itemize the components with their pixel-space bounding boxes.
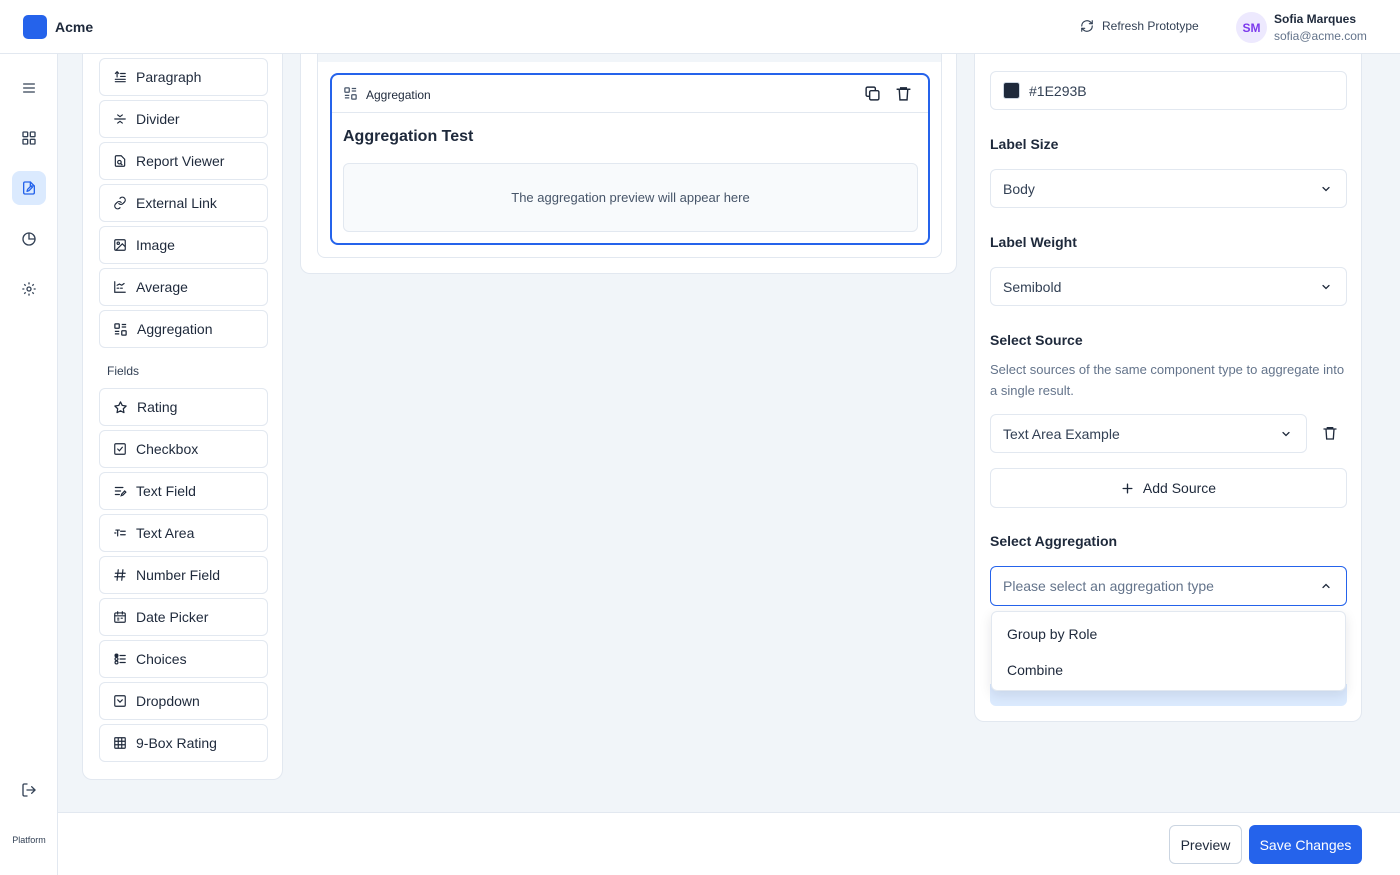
block-title: Aggregation Test bbox=[343, 128, 474, 145]
form-canvas: Aggregation Aggregation Test The aggrega… bbox=[300, 54, 957, 274]
left-nav-rail: Platform bbox=[0, 54, 58, 875]
palette-item-dropdown[interactable]: Dropdown bbox=[99, 682, 268, 720]
gear-icon bbox=[22, 282, 36, 296]
calendar-icon bbox=[114, 611, 126, 623]
image-icon bbox=[114, 239, 126, 251]
select-source-description: Select sources of the same component typ… bbox=[990, 362, 1345, 398]
aggregation-type-select[interactable]: Please select an aggregation type bbox=[990, 566, 1347, 606]
copy-icon[interactable] bbox=[864, 85, 881, 102]
palette-item-external-link[interactable]: External Link bbox=[99, 184, 268, 222]
user-name: Sofia Marques bbox=[1274, 12, 1357, 26]
chevron-down-icon bbox=[1282, 431, 1290, 437]
acme-logo-icon[interactable] bbox=[23, 15, 47, 39]
pie-chart-icon bbox=[22, 232, 36, 246]
top-header: Acme Refresh Prototype SM Sofia Marques … bbox=[0, 0, 1400, 54]
dropdown-option-group-by-role[interactable]: Group by Role bbox=[1007, 626, 1097, 642]
palette-item-divider[interactable]: Divider bbox=[99, 100, 268, 138]
file-edit-icon bbox=[23, 181, 35, 195]
menu-button[interactable] bbox=[12, 71, 46, 105]
menu-icon bbox=[23, 83, 35, 93]
palette-item-rating[interactable]: Rating bbox=[99, 388, 268, 426]
app-name: Acme bbox=[55, 19, 94, 35]
label-weight-select[interactable]: Semibold bbox=[990, 267, 1347, 306]
palette-item-paragraph[interactable]: Paragraph bbox=[99, 58, 268, 96]
report-viewer-icon bbox=[114, 155, 126, 167]
palette-item-checkbox[interactable]: Checkbox bbox=[99, 430, 268, 468]
nav-reports[interactable] bbox=[12, 222, 46, 256]
plus-icon bbox=[1122, 482, 1133, 494]
palette-item-choices[interactable]: Choices bbox=[99, 640, 268, 678]
save-changes-button[interactable]: Save Changes bbox=[1249, 825, 1362, 864]
refresh-icon bbox=[1081, 20, 1093, 32]
palette-item-text-field[interactable]: Text Field bbox=[99, 472, 268, 510]
select-aggregation-heading: Select Aggregation bbox=[990, 533, 1118, 549]
choices-icon bbox=[114, 653, 126, 665]
aggregation-icon bbox=[114, 322, 127, 336]
source-select[interactable]: Text Area Example bbox=[990, 414, 1307, 453]
fields-section-heading: Fields bbox=[107, 364, 140, 378]
select-source-heading: Select Source bbox=[990, 332, 1083, 348]
nav-settings[interactable] bbox=[12, 272, 46, 306]
logout-button[interactable] bbox=[12, 773, 46, 807]
block-type-label: Aggregation bbox=[366, 88, 431, 102]
nav-form-builder[interactable] bbox=[12, 171, 46, 205]
platform-label: Platform bbox=[12, 835, 46, 845]
palette-item-date-picker[interactable]: Date Picker bbox=[99, 598, 268, 636]
aggregation-icon bbox=[344, 87, 357, 100]
avatar[interactable]: SM bbox=[1236, 12, 1267, 43]
text-field-icon bbox=[114, 486, 127, 497]
label-weight-heading: Label Weight bbox=[990, 234, 1077, 250]
chevron-down-icon bbox=[1322, 284, 1330, 290]
label-color-input[interactable]: #1E293B bbox=[990, 71, 1347, 110]
dropdown-icon bbox=[114, 695, 126, 707]
aggregation-dropdown-menu: Group by Role Combine bbox=[991, 611, 1346, 691]
logout-icon bbox=[22, 783, 36, 797]
text-area-icon bbox=[114, 529, 126, 537]
user-email: sofia@acme.com bbox=[1274, 29, 1367, 43]
refresh-label: Refresh Prototype bbox=[1102, 19, 1199, 33]
footer-bar: Preview Save Changes bbox=[58, 812, 1400, 875]
palette-item-text-area[interactable]: Text Area bbox=[99, 514, 268, 552]
color-value: #1E293B bbox=[1029, 82, 1087, 99]
dropdown-option-combine[interactable]: Combine bbox=[1007, 662, 1063, 678]
label-size-select[interactable]: Body bbox=[990, 169, 1347, 208]
canvas-section-strip bbox=[318, 54, 941, 62]
remove-source-trash-icon[interactable] bbox=[1322, 425, 1338, 441]
aggregation-block-header: Aggregation bbox=[332, 75, 928, 113]
grid-icon bbox=[114, 737, 126, 749]
palette-item-aggregation[interactable]: Aggregation bbox=[99, 310, 268, 348]
paragraph-icon bbox=[114, 70, 126, 83]
link-icon bbox=[114, 196, 126, 210]
component-palette: Paragraph Divider Report Viewer External… bbox=[82, 54, 283, 780]
refresh-prototype-button[interactable]: Refresh Prototype bbox=[1080, 19, 1199, 33]
properties-panel: #1E293B Label Size Body Label Weight Sem… bbox=[974, 54, 1362, 722]
aggregation-preview: The aggregation preview will appear here bbox=[343, 163, 918, 232]
label-size-heading: Label Size bbox=[990, 136, 1059, 152]
hash-icon bbox=[114, 569, 126, 581]
nav-dashboard[interactable] bbox=[12, 121, 46, 155]
add-source-button[interactable]: Add Source bbox=[990, 468, 1347, 508]
palette-item-report-viewer[interactable]: Report Viewer bbox=[99, 142, 268, 180]
chevron-up-icon bbox=[1322, 583, 1330, 589]
average-chart-icon bbox=[114, 281, 126, 293]
palette-item-average[interactable]: Average bbox=[99, 268, 268, 306]
checkbox-icon bbox=[114, 443, 126, 455]
color-swatch[interactable] bbox=[1003, 82, 1020, 99]
palette-item-9-box-rating[interactable]: 9-Box Rating bbox=[99, 724, 268, 762]
divider-icon bbox=[114, 114, 126, 124]
chevron-down-icon bbox=[1322, 186, 1330, 192]
palette-item-number-field[interactable]: Number Field bbox=[99, 556, 268, 594]
palette-item-image[interactable]: Image bbox=[99, 226, 268, 264]
trash-icon[interactable] bbox=[895, 85, 912, 102]
aggregation-block[interactable]: Aggregation Aggregation Test The aggrega… bbox=[330, 73, 930, 245]
star-icon bbox=[114, 400, 127, 413]
canvas-section: Aggregation Aggregation Test The aggrega… bbox=[317, 54, 942, 258]
preview-button[interactable]: Preview bbox=[1169, 825, 1242, 864]
grid-layout-icon bbox=[22, 131, 36, 145]
